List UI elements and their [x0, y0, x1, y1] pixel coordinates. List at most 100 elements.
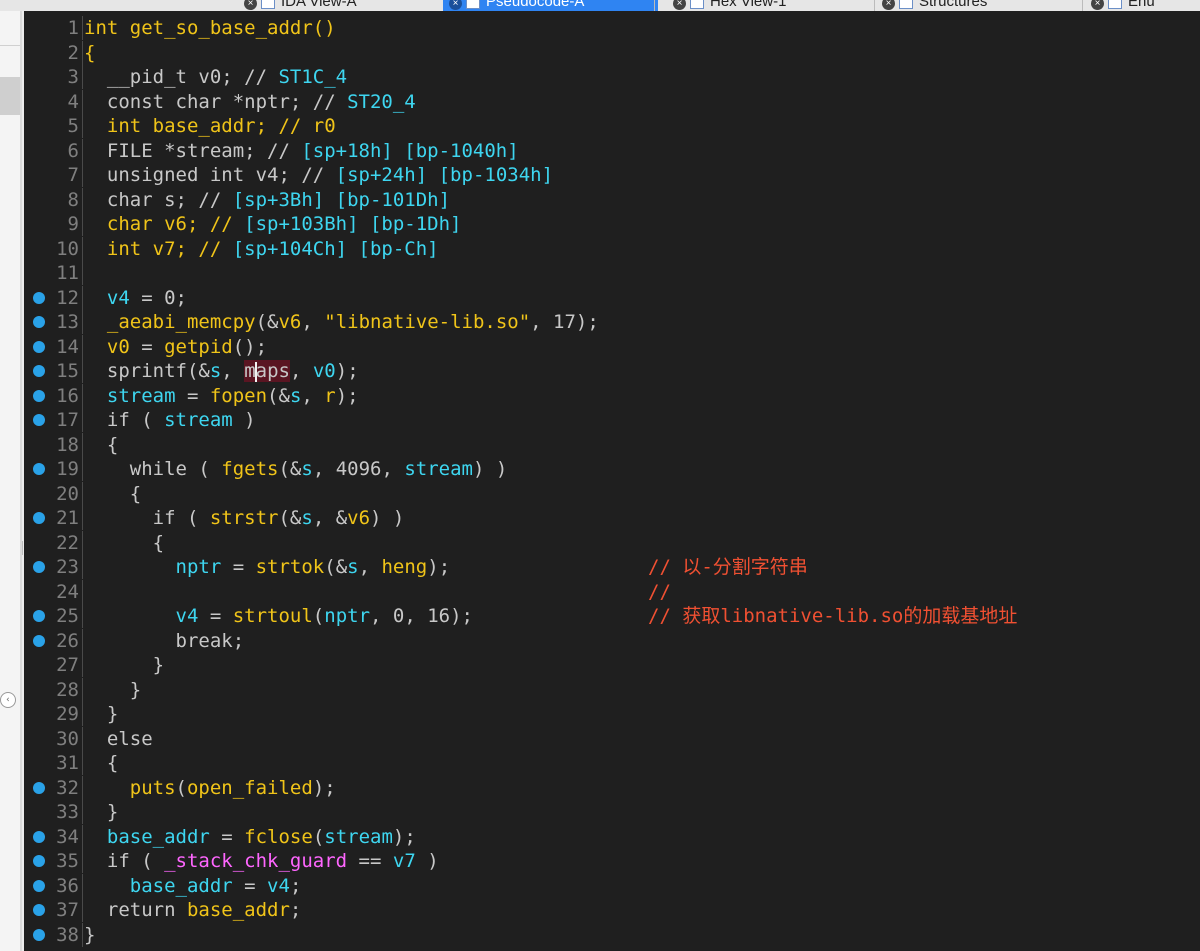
code-line[interactable]: 37 return base_addr; — [24, 898, 1200, 922]
code-text[interactable]: stream = fopen(&s, r); — [84, 384, 359, 408]
code-line[interactable]: 14 v0 = getpid(); — [24, 334, 1200, 359]
breakpoint-dot-icon[interactable] — [33, 610, 45, 622]
breakpoint-dot-icon[interactable] — [33, 561, 45, 573]
code-text[interactable]: char s; // [sp+3Bh] [bp-101Dh] — [84, 188, 450, 212]
code-line[interactable]: 32 puts(open_failed); — [24, 775, 1200, 800]
breakpoint-dot-icon[interactable] — [33, 463, 45, 475]
code-line[interactable]: 23 nptr = strtok(&s, heng); // 以-分割字符串 — [24, 555, 1200, 579]
code-line[interactable]: 11 — [24, 261, 1200, 285]
code-text[interactable]: else — [84, 727, 153, 751]
code-text[interactable]: v4 = strtoul(nptr, 0, 16); — [84, 604, 473, 628]
code-text[interactable]: FILE *stream; // [sp+18h] [bp-1040h] — [84, 139, 519, 163]
code-line[interactable]: 9 char v6; // [sp+103Bh] [bp-1Dh] — [24, 212, 1200, 236]
tab-ida-view-a[interactable]: × IDA View-A — [238, 0, 449, 11]
code-text[interactable]: while ( fgets(&s, 4096, stream) ) — [84, 457, 508, 481]
code-text[interactable]: if ( strstr(&s, &v6) ) — [84, 506, 405, 530]
code-line[interactable]: 36 base_addr = v4; — [24, 873, 1200, 898]
breakpoint-dot-icon[interactable] — [33, 291, 45, 304]
breakpoint-dot-icon[interactable] — [33, 879, 45, 892]
code-text[interactable]: _aeabi_memcpy(&v6, "libnative-lib.so", 1… — [84, 310, 599, 334]
code-line[interactable]: 6 FILE *stream; // [sp+18h] [bp-1040h] — [24, 138, 1200, 163]
code-line[interactable]: 18 { — [24, 432, 1200, 457]
tab-close-icon[interactable]: × — [882, 0, 895, 10]
code-line[interactable]: 33 } — [24, 800, 1200, 824]
code-text[interactable]: nptr = strtok(&s, heng); — [84, 555, 451, 579]
code-line[interactable]: 19 while ( fgets(&s, 4096, stream) ) — [24, 457, 1200, 481]
code-line[interactable]: 10 int v7; // [sp+104Ch] [bp-Ch] — [24, 236, 1200, 261]
breakpoint-dot-icon[interactable] — [33, 928, 45, 941]
code-text[interactable]: } — [84, 678, 141, 702]
code-line[interactable]: 21 if ( strstr(&s, &v6) ) — [24, 506, 1200, 530]
breakpoint-dot-icon[interactable] — [33, 414, 45, 426]
code-line[interactable]: 38} — [24, 922, 1200, 947]
code-text[interactable]: unsigned int v4; // [sp+24h] [bp-1034h] — [84, 163, 553, 187]
code-text[interactable]: sprintf(&s, maps, v0); — [84, 359, 359, 383]
code-line[interactable]: 35 if ( _stack_chk_guard == v7 ) — [24, 849, 1200, 873]
code-text[interactable]: int v7; // [sp+104Ch] [bp-Ch] — [84, 237, 439, 261]
code-text[interactable]: { — [84, 482, 141, 506]
code-text[interactable]: } — [84, 800, 118, 824]
code-text[interactable]: v0 = getpid(); — [84, 335, 267, 359]
breakpoint-dot-icon[interactable] — [33, 855, 45, 867]
code-line[interactable]: 4 const char *nptr; // ST20_4 — [24, 89, 1200, 114]
code-text[interactable]: return base_addr; — [84, 898, 301, 922]
code-line[interactable]: 24 // — [24, 579, 1200, 604]
tab-hex-view-1[interactable]: × Hex View-1 — [667, 0, 878, 11]
code-line[interactable]: 26 break; — [24, 628, 1200, 653]
code-text[interactable]: } — [84, 923, 95, 947]
code-text[interactable]: break; — [84, 629, 245, 653]
breakpoint-dot-icon[interactable] — [33, 512, 45, 524]
code-line[interactable]: 27 } — [24, 653, 1200, 677]
code-line[interactable]: 29 } — [24, 702, 1200, 726]
code-line[interactable]: 34 base_addr = fclose(stream); — [24, 824, 1200, 849]
code-line[interactable]: 16 stream = fopen(&s, r); — [24, 383, 1200, 408]
code-line[interactable]: 3 __pid_t v0; // ST1C_4 — [24, 65, 1200, 89]
code-text[interactable]: v4 = 0; — [84, 286, 187, 310]
tab-structures[interactable]: × Structures — [876, 0, 1086, 11]
collapse-arrow-icon[interactable]: ‹ — [0, 692, 16, 708]
code-line[interactable]: 5 int base_addr; // r0 — [24, 114, 1200, 138]
code-line[interactable]: 20 { — [24, 481, 1200, 506]
code-text[interactable]: const char *nptr; // ST20_4 — [84, 90, 416, 114]
code-line[interactable]: 15 sprintf(&s, maps, v0); — [24, 359, 1200, 383]
breakpoint-dot-icon[interactable] — [33, 340, 45, 353]
code-line[interactable]: 17 if ( stream ) — [24, 408, 1200, 432]
tab-enu[interactable]: × Enu — [1085, 0, 1200, 11]
code-text[interactable]: __pid_t v0; // ST1C_4 — [84, 65, 347, 89]
breakpoint-dot-icon[interactable] — [33, 830, 45, 843]
breakpoint-dot-icon[interactable] — [33, 365, 45, 377]
breakpoint-dot-icon[interactable] — [33, 904, 45, 916]
code-text[interactable]: } — [84, 653, 164, 677]
code-line[interactable]: 12 v4 = 0; — [24, 285, 1200, 310]
breakpoint-dot-icon[interactable] — [33, 634, 45, 647]
code-line[interactable]: 13 _aeabi_memcpy(&v6, "libnative-lib.so"… — [24, 310, 1200, 334]
code-text[interactable]: { — [84, 433, 118, 457]
code-line[interactable]: 30 else — [24, 726, 1200, 751]
code-text[interactable]: puts(open_failed); — [84, 776, 336, 800]
breakpoint-dot-icon[interactable] — [33, 781, 45, 794]
tab-close-icon[interactable]: × — [673, 0, 686, 10]
code-text[interactable]: if ( _stack_chk_guard == v7 ) — [84, 849, 439, 873]
tab-pseudocode-a[interactable]: × Pseudocode-A — [443, 0, 658, 11]
code-text[interactable]: if ( stream ) — [84, 408, 256, 432]
tab-close-icon[interactable]: × — [449, 0, 462, 10]
code-text[interactable]: { — [84, 751, 118, 775]
code-line[interactable]: 8 char s; // [sp+3Bh] [bp-101Dh] — [24, 187, 1200, 212]
code-text[interactable]: { — [84, 531, 164, 555]
code-line[interactable]: 2{ — [24, 40, 1200, 65]
code-line[interactable]: 7 unsigned int v4; // [sp+24h] [bp-1034h… — [24, 163, 1200, 187]
code-text[interactable]: base_addr = v4; — [84, 874, 302, 898]
pseudocode-view[interactable]: 1 int get_so_base_addr() 2{3 __pid_t v0; /… — [24, 11, 1200, 951]
breakpoint-dot-icon[interactable] — [33, 316, 45, 328]
code-line[interactable]: 22 { — [24, 530, 1200, 555]
code-line[interactable]: 31 { — [24, 751, 1200, 775]
selected-panel-item[interactable] — [0, 77, 20, 115]
code-text[interactable]: base_addr = fclose(stream); — [84, 825, 416, 849]
breakpoint-dot-icon[interactable] — [33, 389, 45, 402]
code-text[interactable]: int get_so_base_addr() — [84, 16, 336, 40]
code-line[interactable]: 25 v4 = strtoul(nptr, 0, 16); // 获取libnat… — [24, 604, 1200, 628]
tab-close-icon[interactable]: × — [244, 0, 257, 10]
code-line[interactable]: 1 int get_so_base_addr() — [24, 16, 1200, 40]
code-text[interactable]: { — [84, 41, 95, 65]
code-text[interactable]: int base_addr; // r0 — [84, 114, 336, 138]
